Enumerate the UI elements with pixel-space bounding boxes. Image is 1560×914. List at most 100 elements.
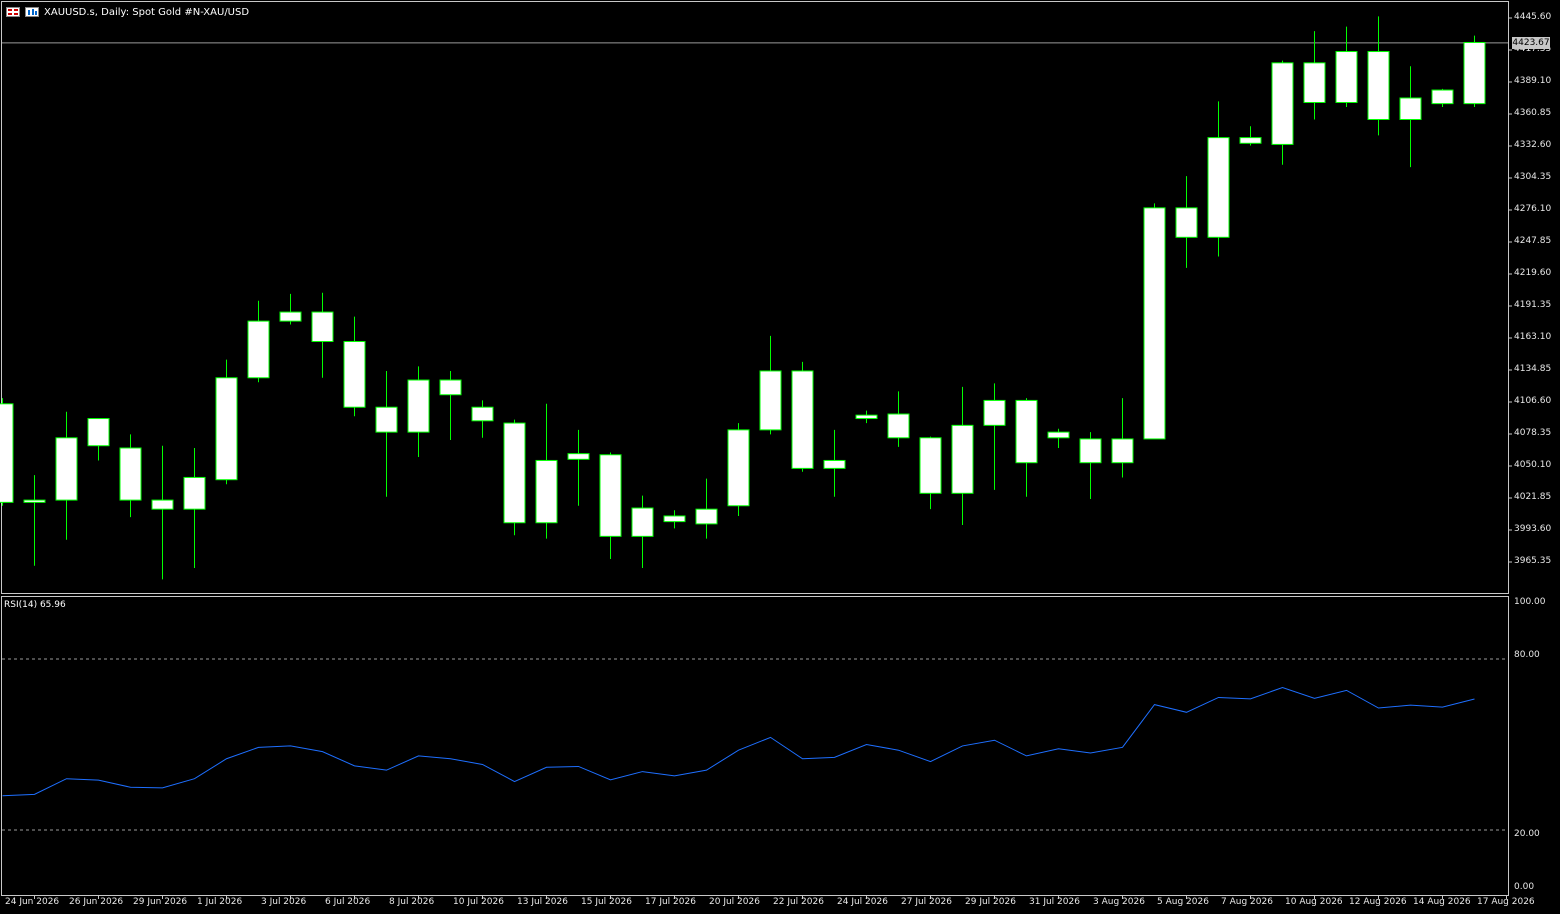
date-axis-label: 29 Jun 2026 <box>133 897 188 907</box>
price-axis-label: 4021.85 <box>1514 492 1552 502</box>
date-axis-label: 24 Jun 2026 <box>5 897 60 907</box>
candle-body <box>1335 51 1358 104</box>
candle <box>951 386 974 526</box>
candle <box>567 429 590 506</box>
candle-body <box>183 476 206 510</box>
candle-body <box>983 399 1006 426</box>
date-axis-label: 24 Jul 2026 <box>837 897 888 907</box>
candle-body <box>1143 207 1166 440</box>
date-axis-label: 1 Jul 2026 <box>197 897 243 907</box>
rsi-line <box>2 686 1475 797</box>
candle <box>759 335 782 435</box>
candle <box>919 436 942 510</box>
candle-body <box>663 515 686 523</box>
date-axis-label: 8 Jul 2026 <box>389 897 435 907</box>
candle <box>1399 66 1422 168</box>
date-axis-label: 15 Jul 2026 <box>581 897 632 907</box>
chart-title: XAUUSD.s, Daily: Spot Gold #N-XAU/USD <box>44 6 250 18</box>
candle <box>1015 398 1038 497</box>
candle <box>151 445 174 580</box>
candle <box>1431 88 1454 108</box>
candle <box>471 400 494 438</box>
date-axis-label: 6 Jul 2026 <box>325 897 371 907</box>
rsi-axis-label: 20.00 <box>1514 829 1540 839</box>
price-axis-label: 3965.35 <box>1514 556 1552 566</box>
date-axis-label: 14 Aug 2026 <box>1413 897 1471 907</box>
candle <box>87 418 110 461</box>
date-axis-label: 26 Jun 2026 <box>69 897 124 907</box>
date-axis-label: 22 Jul 2026 <box>773 897 824 907</box>
candle <box>1143 203 1166 440</box>
menu-icon[interactable] <box>6 7 20 17</box>
candle <box>1335 26 1358 108</box>
candle-body <box>151 499 174 510</box>
candle <box>1239 126 1262 146</box>
candle-body <box>1367 51 1390 120</box>
candlestick-series <box>0 16 1486 580</box>
price-axis-label: 4445.60 <box>1514 12 1552 22</box>
candle-body <box>1431 89 1454 105</box>
candle-body <box>119 447 142 501</box>
rsi-axis-label: 0.00 <box>1514 882 1535 892</box>
candle-body <box>247 320 270 379</box>
candle <box>1367 16 1390 136</box>
date-axis-label: 12 Aug 2026 <box>1349 897 1407 907</box>
price-axis-label: 4050.10 <box>1514 460 1552 470</box>
price-axis-label: 4078.35 <box>1514 428 1552 438</box>
chart-type-icon[interactable] <box>25 7 39 17</box>
candle-body <box>1015 399 1038 464</box>
candle-body <box>1399 97 1422 120</box>
date-axis-label: 17 Aug 2026 <box>1477 897 1535 907</box>
candle-body <box>215 377 238 481</box>
date-axis-label: 29 Jul 2026 <box>965 897 1016 907</box>
chart-canvas[interactable] <box>0 0 1560 914</box>
candle <box>1111 398 1134 478</box>
candle <box>727 423 750 516</box>
date-axis-label: 3 Jul 2026 <box>261 897 307 907</box>
candle-body <box>887 413 910 439</box>
candle <box>279 293 302 325</box>
candle-body <box>599 454 622 537</box>
candle <box>695 478 718 539</box>
candle <box>1463 35 1486 108</box>
candle <box>23 475 46 566</box>
candle-body <box>855 414 878 420</box>
candle <box>439 370 462 441</box>
candle <box>855 410 878 424</box>
candle-body <box>1079 438 1102 464</box>
candle-body <box>279 311 302 322</box>
candle-body <box>759 370 782 431</box>
candle-body <box>55 437 78 501</box>
candle-body <box>1271 62 1294 145</box>
candle <box>55 411 78 540</box>
candle-body <box>439 379 462 396</box>
candle <box>535 403 558 539</box>
price-axis-label: 4276.10 <box>1514 204 1552 214</box>
price-axis-label: 4219.60 <box>1514 268 1552 278</box>
chart-header: XAUUSD.s, Daily: Spot Gold #N-XAU/USD <box>6 4 249 20</box>
candle <box>247 300 270 383</box>
date-axis-label: 7 Aug 2026 <box>1221 897 1273 907</box>
date-axis-label: 13 Jul 2026 <box>517 897 568 907</box>
candle <box>599 452 622 559</box>
candle <box>791 361 814 472</box>
candle <box>1047 428 1070 448</box>
candle-body <box>727 429 750 507</box>
candle-body <box>823 459 846 469</box>
candle-body <box>695 508 718 525</box>
price-axis-label: 4191.35 <box>1514 300 1552 310</box>
price-axis-label: 4247.85 <box>1514 236 1552 246</box>
candle <box>823 429 846 497</box>
price-axis-label: 4106.60 <box>1514 396 1552 406</box>
candle <box>407 366 430 458</box>
candle-body <box>1207 137 1230 238</box>
candle <box>215 359 238 485</box>
candle-body <box>1303 62 1326 104</box>
price-axis-label: 4304.35 <box>1514 172 1552 182</box>
date-axis-label: 10 Aug 2026 <box>1285 897 1343 907</box>
candle-body <box>535 459 558 524</box>
candle-body <box>23 499 46 503</box>
candle-body <box>919 437 942 494</box>
candle <box>1271 60 1294 165</box>
candle <box>183 447 206 569</box>
